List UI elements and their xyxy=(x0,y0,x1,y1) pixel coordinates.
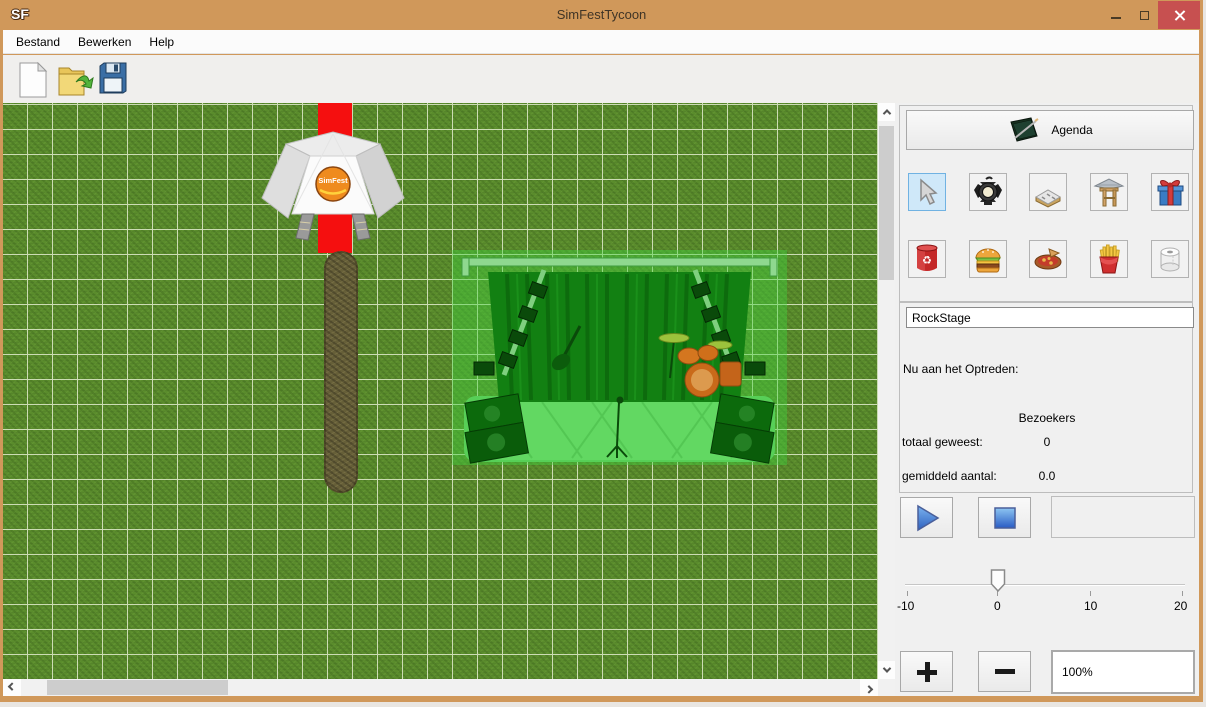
slider-label-min: -10 xyxy=(897,599,914,613)
slider-tick xyxy=(1182,591,1183,596)
entrance-tent[interactable]: SimFest xyxy=(258,122,408,242)
gift-icon xyxy=(1153,175,1187,209)
pizza-stand-tool-button[interactable] xyxy=(1029,240,1067,278)
stop-button[interactable] xyxy=(978,497,1031,538)
spotlight-stage-tool-button[interactable] xyxy=(969,173,1007,211)
scroll-right-button[interactable] xyxy=(860,679,878,696)
rock-stage[interactable] xyxy=(452,250,787,465)
vertical-scroll-thumb[interactable] xyxy=(879,126,894,280)
slider-tick xyxy=(1090,591,1091,596)
toilet-tool-button[interactable] xyxy=(1151,240,1189,278)
open-button[interactable] xyxy=(56,62,94,101)
tent-logo-text: SimFest xyxy=(318,176,348,185)
agenda-book-icon xyxy=(1007,116,1041,144)
toolbar xyxy=(3,55,1199,103)
menu-help[interactable]: Help xyxy=(140,31,183,53)
burger-icon xyxy=(972,244,1004,274)
stop-icon xyxy=(993,506,1017,530)
stage-name-input[interactable] xyxy=(906,307,1194,328)
menu-bar: Bestand Bewerken Help xyxy=(3,30,1199,54)
pizza-icon xyxy=(1031,245,1065,273)
zoom-in-button[interactable] xyxy=(900,651,953,692)
trash-bin-tool-button[interactable]: ♻ xyxy=(908,240,946,278)
stage-truss xyxy=(462,258,777,266)
maximize-button[interactable] xyxy=(1130,1,1158,29)
new-file-button[interactable] xyxy=(18,62,48,101)
now-performing-label: Nu aan het Optreden: xyxy=(903,362,1018,376)
slider-label-max: 20 xyxy=(1174,599,1187,613)
slider-tick xyxy=(907,591,908,596)
gate-icon xyxy=(1092,176,1126,208)
plus-icon xyxy=(917,662,937,682)
zoom-level-field[interactable] xyxy=(1051,650,1195,694)
current-act-placeholder xyxy=(1051,496,1195,538)
save-button[interactable] xyxy=(98,62,128,97)
svg-text:♻: ♻ xyxy=(922,254,932,267)
close-icon xyxy=(1174,10,1185,21)
side-panel: Agenda xyxy=(895,103,1199,696)
festival-map[interactable]: SimFest xyxy=(3,103,878,679)
average-visitors-value: 0.0 xyxy=(900,469,1194,483)
minimize-button[interactable] xyxy=(1102,1,1130,29)
scrollbar-corner xyxy=(878,679,895,696)
tent-legs xyxy=(296,214,370,240)
menu-bewerken[interactable]: Bewerken xyxy=(69,31,140,53)
select-tool-button[interactable] xyxy=(908,173,946,211)
scroll-down-button[interactable] xyxy=(878,661,895,679)
total-visitors-value: 0 xyxy=(900,435,1194,449)
road-tile-icon xyxy=(1032,176,1064,208)
play-icon xyxy=(913,504,941,532)
agenda-button[interactable]: Agenda xyxy=(906,110,1194,150)
tools-group: Agenda xyxy=(899,105,1193,302)
open-folder-icon xyxy=(56,62,94,98)
slider-thumb[interactable] xyxy=(990,569,1006,595)
dirt-path[interactable] xyxy=(324,251,358,493)
zoom-out-button[interactable] xyxy=(978,651,1031,692)
fries-icon xyxy=(1094,243,1124,275)
trash-bin-icon: ♻ xyxy=(912,243,942,275)
horizontal-scrollbar[interactable] xyxy=(3,679,878,696)
chevron-up-icon xyxy=(882,109,890,117)
scroll-up-button[interactable] xyxy=(878,103,895,121)
title-bar[interactable]: SF SimFestTycoon xyxy=(0,0,1203,30)
horizontal-scroll-thumb[interactable] xyxy=(47,680,228,695)
stage-info-group: Nu aan het Optreden: Bezoekers totaal ge… xyxy=(899,302,1193,493)
minus-icon xyxy=(995,669,1015,674)
save-icon xyxy=(98,62,128,94)
scroll-left-button[interactable] xyxy=(3,679,21,696)
slider-label-zero: 0 xyxy=(994,599,1001,613)
burger-stand-tool-button[interactable] xyxy=(969,240,1007,278)
slider-label-ten: 10 xyxy=(1084,599,1097,613)
chevron-right-icon xyxy=(865,685,873,693)
minimize-icon xyxy=(1111,17,1121,19)
window-title: SimFestTycoon xyxy=(0,7,1203,22)
fries-stand-tool-button[interactable] xyxy=(1090,240,1128,278)
vertical-scrollbar[interactable] xyxy=(878,103,895,679)
visitors-header: Bezoekers xyxy=(900,411,1194,425)
chevron-down-icon xyxy=(882,664,890,672)
agenda-label: Agenda xyxy=(1051,123,1092,137)
rating-slider-track[interactable] xyxy=(905,584,1185,586)
gift-shop-tool-button[interactable] xyxy=(1151,173,1189,211)
toilet-paper-icon xyxy=(1155,244,1185,274)
road-tool-button[interactable] xyxy=(1029,173,1067,211)
app-window: SF SimFestTycoon Bestand Bewerken Help xyxy=(0,0,1203,702)
spotlight-icon xyxy=(972,176,1004,208)
close-button[interactable] xyxy=(1158,1,1200,29)
cursor-icon xyxy=(914,178,940,206)
chevron-left-icon xyxy=(8,682,16,690)
new-file-icon xyxy=(18,62,48,98)
play-button[interactable] xyxy=(900,497,953,538)
window-controls xyxy=(1102,1,1200,29)
menu-bestand[interactable]: Bestand xyxy=(7,31,69,53)
gate-tool-button[interactable] xyxy=(1090,173,1128,211)
maximize-icon xyxy=(1140,11,1149,20)
